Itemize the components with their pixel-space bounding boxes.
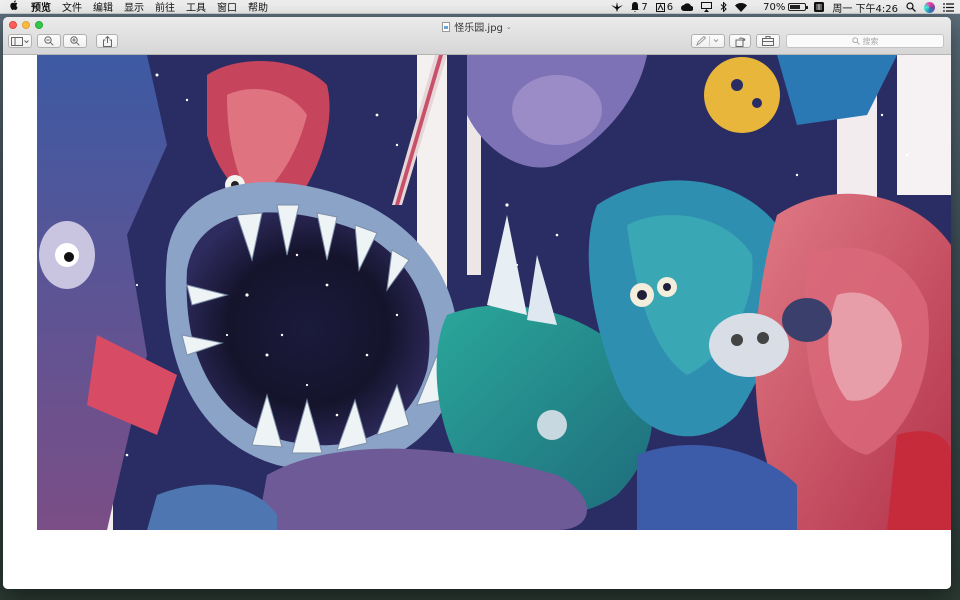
- zoom-in-button[interactable]: [63, 34, 87, 48]
- search-field[interactable]: 搜索: [786, 34, 944, 48]
- artwork-image[interactable]: [37, 55, 951, 530]
- rotate-button[interactable]: [729, 34, 751, 48]
- airplay-icon[interactable]: [701, 2, 713, 12]
- notification-status[interactable]: 7: [631, 1, 648, 13]
- menu-tools[interactable]: 工具: [183, 0, 214, 14]
- bell-icon: [631, 2, 640, 12]
- menu-bar: 预览 文件 编辑 显示 前往 工具 窗口 帮助 7 6 70% 周一 下午4:2…: [0, 0, 960, 15]
- share-icon: [102, 35, 112, 47]
- document-canvas[interactable]: [3, 55, 951, 589]
- wifi-icon[interactable]: [735, 2, 748, 12]
- adobe-icon: [655, 2, 665, 12]
- sidebar-icon: [11, 36, 29, 46]
- monster-watercolor-illustration: [37, 55, 951, 530]
- menu-app-preview[interactable]: 预览: [28, 0, 59, 14]
- markup-button[interactable]: [691, 34, 725, 48]
- menu-file[interactable]: 文件: [59, 0, 90, 14]
- zoom-in-icon: [70, 36, 80, 46]
- notification-center-icon[interactable]: [943, 2, 954, 12]
- input-method-icon[interactable]: [814, 2, 825, 12]
- menu-go[interactable]: 前往: [152, 0, 183, 14]
- cloud-sync-icon[interactable]: [681, 2, 694, 12]
- apple-icon[interactable]: [0, 0, 28, 13]
- menu-edit[interactable]: 编辑: [90, 0, 121, 14]
- menu-window[interactable]: 窗口: [214, 0, 245, 14]
- zoom-out-icon: [44, 36, 54, 46]
- siri-icon[interactable]: [924, 1, 935, 13]
- status-area: 7 6 70% 周一 下午4:26: [603, 0, 954, 15]
- preview-window: 怪乐园.jpg ⌄ 搜索: [3, 17, 951, 589]
- battery-icon: [788, 3, 809, 11]
- spotlight-icon[interactable]: [906, 2, 916, 12]
- search-icon: [851, 37, 860, 45]
- chevron-down-icon[interactable]: ⌄: [506, 23, 512, 31]
- share-button[interactable]: [96, 34, 118, 48]
- bird-icon[interactable]: [611, 2, 624, 12]
- notification-count: 7: [641, 1, 648, 13]
- battery-status[interactable]: 70%: [755, 1, 809, 13]
- menu-help[interactable]: 帮助: [245, 0, 276, 14]
- zoom-out-button[interactable]: [37, 34, 61, 48]
- bluetooth-icon[interactable]: [720, 2, 727, 12]
- rotate-icon: [735, 36, 745, 47]
- adobe-status[interactable]: 6: [655, 1, 674, 13]
- toolbox-icon: [762, 36, 774, 46]
- window-titlebar[interactable]: 怪乐园.jpg ⌄ 搜索: [3, 17, 951, 55]
- search-placeholder: 搜索: [862, 36, 879, 46]
- jpeg-file-icon: [442, 21, 451, 32]
- menu-view[interactable]: 显示: [121, 0, 152, 14]
- sidebar-toggle-button[interactable]: [8, 34, 32, 48]
- battery-percent: 70%: [763, 1, 786, 13]
- window-title: 怪乐园.jpg ⌄: [3, 19, 951, 34]
- clock[interactable]: 周一 下午4:26: [832, 0, 898, 15]
- window-title-text[interactable]: 怪乐园.jpg: [454, 19, 503, 34]
- adobe-count: 6: [666, 1, 674, 13]
- markup-pen-icon: [696, 36, 719, 46]
- toolbox-button[interactable]: [756, 34, 780, 48]
